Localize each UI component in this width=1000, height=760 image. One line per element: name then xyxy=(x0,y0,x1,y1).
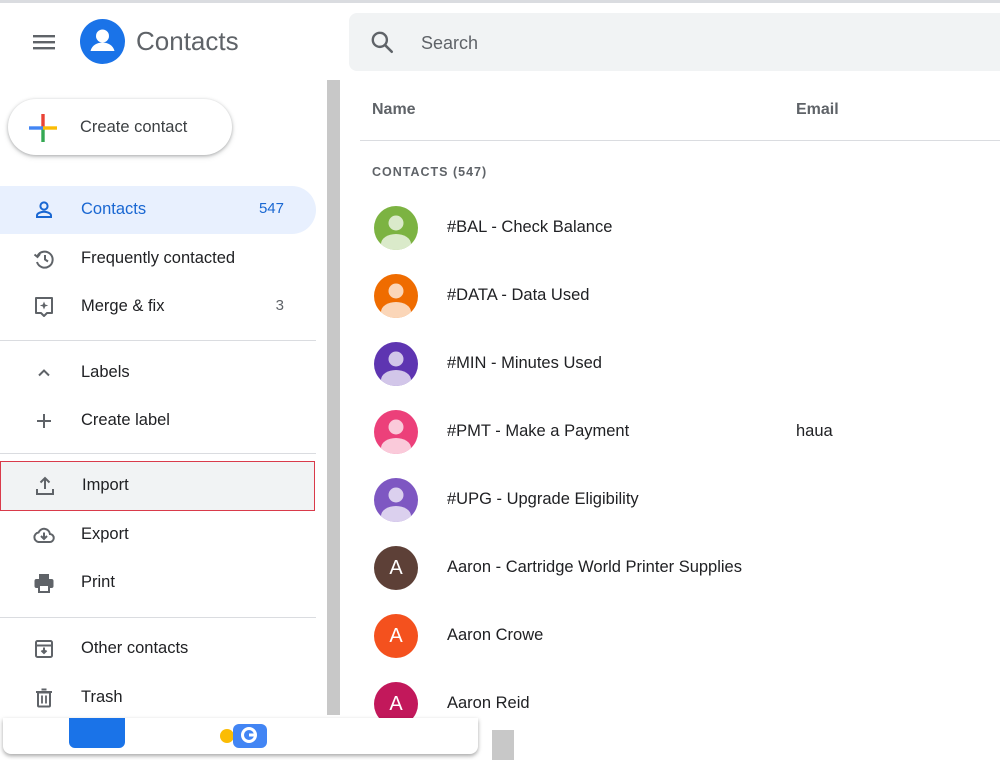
avatar-letter: A xyxy=(389,625,403,647)
search-icon[interactable] xyxy=(369,29,395,55)
contact-name: #MIN - Minutes Used xyxy=(447,354,602,372)
contact-row[interactable]: A Aaron - Cartridge World Printer Supplie… xyxy=(360,534,1000,602)
sidebar-item-import[interactable]: Import xyxy=(0,461,315,511)
contact-row[interactable]: #DATA - Data Used xyxy=(360,262,1000,330)
app-title: Contacts xyxy=(136,26,239,56)
create-contact-button[interactable]: Create contact xyxy=(8,99,232,155)
contact-row[interactable]: #PMT - Make a Payment haua xyxy=(360,398,1000,466)
contact-name: Aaron Crowe xyxy=(447,626,544,644)
contact-name: #BAL - Check Balance xyxy=(447,218,613,236)
avatar[interactable]: A xyxy=(374,614,418,658)
sidebar-divider xyxy=(0,617,316,618)
history-icon xyxy=(33,250,54,269)
sidebar-item-label: Other contacts xyxy=(81,639,189,657)
contact-row[interactable]: #BAL - Check Balance xyxy=(360,194,1000,262)
trash-icon xyxy=(36,688,52,708)
column-header-name[interactable]: Name xyxy=(372,101,416,119)
contact-row[interactable]: A Aaron Crowe xyxy=(360,602,1000,670)
sidebar-item-print[interactable]: Print xyxy=(0,559,316,607)
sidebar-item-frequently-contacted[interactable]: Frequently contacted xyxy=(0,235,316,283)
avatar[interactable]: A xyxy=(374,546,418,590)
chevron-up-icon xyxy=(38,369,50,377)
main-menu-button[interactable] xyxy=(22,22,66,62)
avatar-person-icon[interactable] xyxy=(374,478,418,522)
search-input[interactable] xyxy=(419,27,943,59)
create-contact-label: Create contact xyxy=(80,118,188,136)
sidebar-item-export[interactable]: Export xyxy=(0,511,316,559)
contact-email: haua xyxy=(796,422,833,440)
avatar-person-icon[interactable] xyxy=(374,342,418,386)
column-header-email[interactable]: Email xyxy=(796,101,839,119)
contact-row[interactable]: #MIN - Minutes Used xyxy=(360,330,1000,398)
app-icon[interactable] xyxy=(69,718,125,748)
contact-name: Aaron - Cartridge World Printer Supplies xyxy=(447,558,742,576)
contacts-section-label: CONTACTS (547) xyxy=(372,165,488,179)
merge-fix-count-badge: 3 xyxy=(275,297,284,314)
sidebar-item-label: Create label xyxy=(81,411,170,429)
sidebar-item-label: Labels xyxy=(81,363,130,381)
avatar-letter: A xyxy=(389,557,403,579)
contact-row[interactable]: #UPG - Upgrade Eligibility xyxy=(360,466,1000,534)
contact-name: #PMT - Make a Payment xyxy=(447,422,630,440)
google-app-icon[interactable] xyxy=(215,720,267,748)
sidebar-item-other-contacts[interactable]: Other contacts xyxy=(0,625,316,673)
contacts-count-badge: 547 xyxy=(258,200,284,217)
sidebar-item-label: Contacts xyxy=(81,200,147,218)
contact-name: #DATA - Data Used xyxy=(447,286,590,304)
contacts-logo-icon[interactable] xyxy=(80,19,125,64)
sidebar-item-label: Export xyxy=(81,525,129,543)
header-divider xyxy=(360,140,1000,141)
taskbar-fragment xyxy=(3,718,478,754)
contact-name: #UPG - Upgrade Eligibility xyxy=(447,490,639,508)
plus-icon xyxy=(37,414,51,428)
printer-icon xyxy=(34,574,54,593)
sidebar-scrollbar[interactable] xyxy=(327,80,340,715)
archive-icon xyxy=(35,640,53,658)
merge-fix-icon xyxy=(35,297,53,317)
sidebar-item-label: Print xyxy=(81,573,115,591)
sidebar-item-create-label[interactable]: Create label xyxy=(0,397,316,445)
contact-name: Aaron Reid xyxy=(447,694,530,712)
person-outline-icon xyxy=(36,201,52,218)
sidebar-item-label: Trash xyxy=(81,688,123,706)
sidebar-divider xyxy=(0,453,316,454)
search-bar[interactable] xyxy=(349,13,1000,71)
avatar-person-icon[interactable] xyxy=(374,274,418,318)
avatar-person-icon[interactable] xyxy=(374,410,418,454)
sidebar-divider xyxy=(0,340,316,341)
sidebar-item-label: Merge & fix xyxy=(81,297,165,315)
hamburger-menu-icon xyxy=(33,35,55,50)
sidebar-item-merge-fix[interactable]: Merge & fix 3 xyxy=(0,283,316,331)
avatar-person-icon[interactable] xyxy=(374,206,418,250)
sidebar-item-label: Frequently contacted xyxy=(81,249,236,267)
sidebar-item-contacts[interactable]: Contacts 547 xyxy=(0,186,316,234)
sidebar-item-label: Import xyxy=(82,476,129,494)
cloud-download-icon xyxy=(33,527,55,543)
sidebar-item-trash[interactable]: Trash xyxy=(0,674,316,722)
scroll-region-fragment xyxy=(492,730,514,760)
upload-icon xyxy=(36,476,54,495)
sidebar-item-labels[interactable]: Labels xyxy=(0,349,316,397)
window-top-border xyxy=(0,0,1000,3)
multicolor-plus-icon xyxy=(29,114,57,142)
